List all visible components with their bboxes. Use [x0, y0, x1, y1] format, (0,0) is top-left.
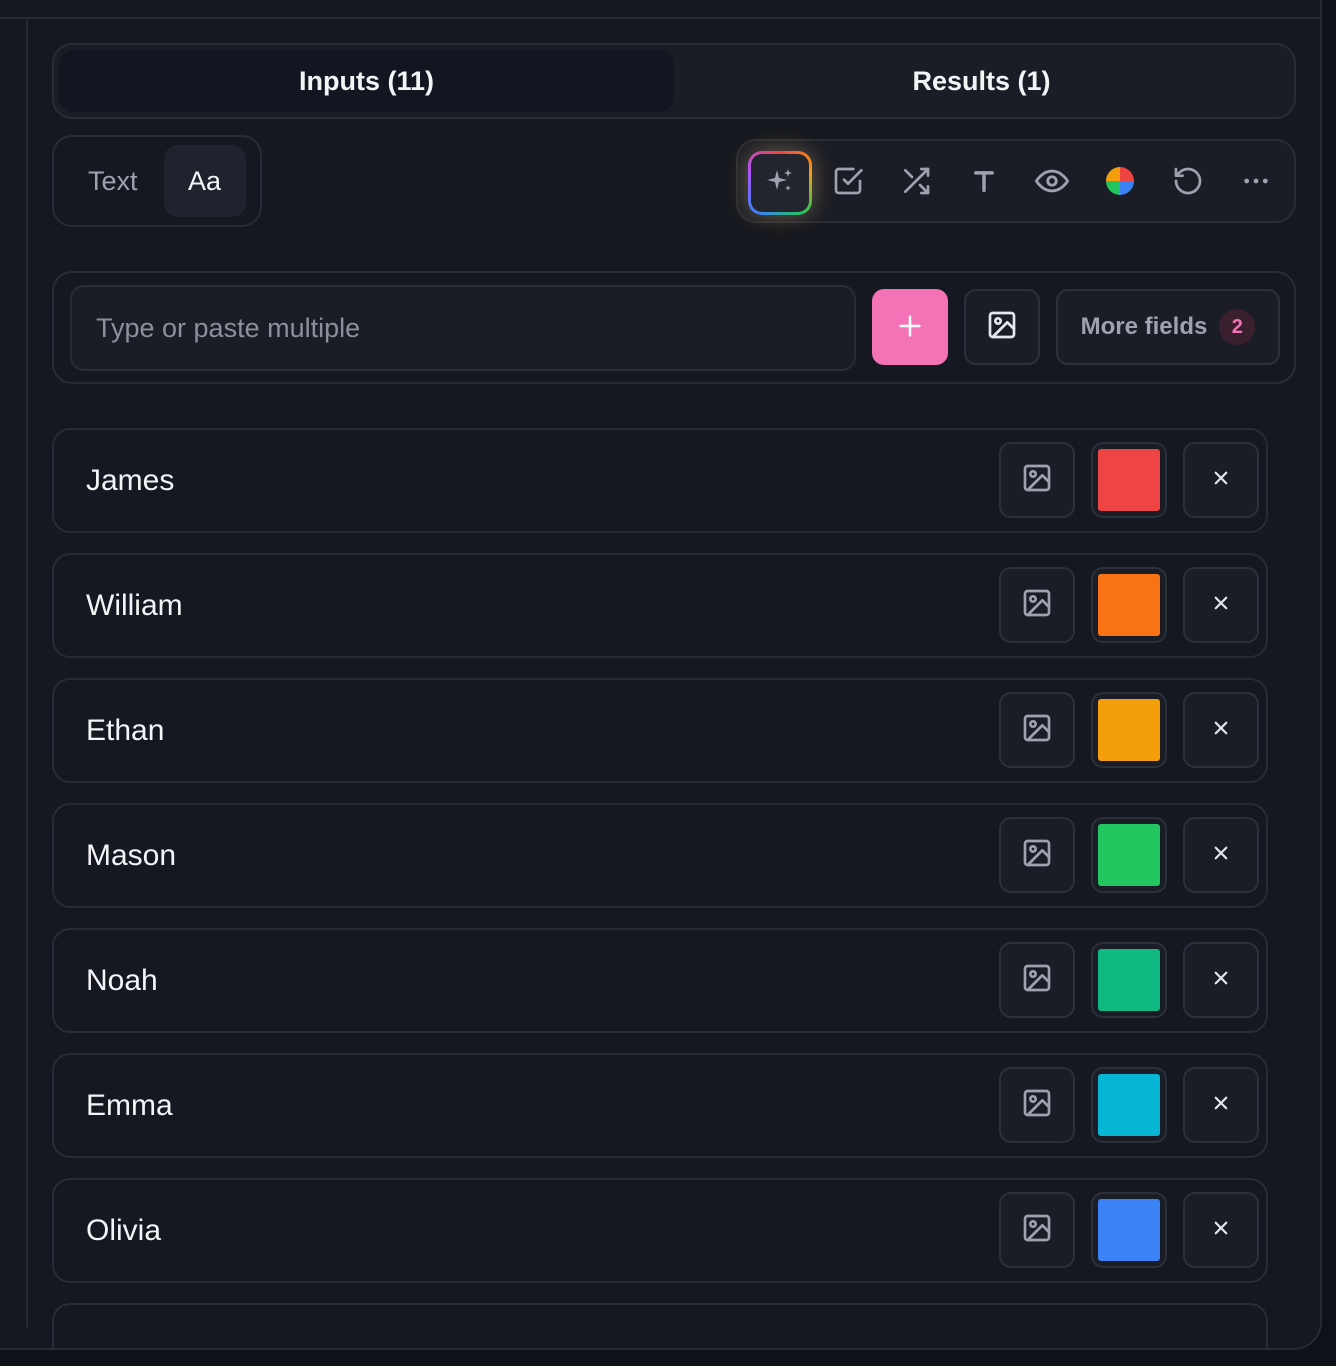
image-icon — [1021, 587, 1053, 624]
item-image-button[interactable] — [999, 1192, 1075, 1268]
item-remove-button[interactable] — [1183, 442, 1259, 518]
list-item: James — [52, 428, 1268, 533]
more-icon — [1240, 165, 1272, 202]
image-icon — [1021, 837, 1053, 874]
item-color-button[interactable] — [1091, 942, 1167, 1018]
tab-inputs[interactable]: Inputs (11) — [59, 50, 674, 112]
more-fields-count-badge: 2 — [1219, 309, 1256, 345]
close-icon — [1212, 594, 1230, 617]
color-button[interactable] — [1090, 153, 1150, 213]
sparkles-icon — [765, 166, 795, 201]
close-icon — [1212, 844, 1230, 867]
image-icon — [1021, 962, 1053, 999]
more-fields-button[interactable]: More fields 2 — [1056, 289, 1280, 365]
item-name[interactable]: Ethan — [86, 680, 164, 781]
tab-bar: Inputs (11) Results (1) — [52, 43, 1296, 119]
color-swatch — [1098, 449, 1160, 511]
tab-results[interactable]: Results (1) — [674, 50, 1289, 112]
mode-text-option[interactable]: Text — [62, 166, 164, 197]
image-icon — [1021, 1087, 1053, 1124]
close-icon — [1212, 1094, 1230, 1117]
image-icon — [986, 309, 1018, 346]
magic-button[interactable] — [748, 151, 812, 215]
item-color-button[interactable] — [1091, 817, 1167, 893]
color-swatch — [1098, 1074, 1160, 1136]
item-name[interactable]: James — [86, 430, 174, 531]
item-color-button[interactable] — [1091, 567, 1167, 643]
entry-panel: More fields 2 — [52, 271, 1296, 384]
item-color-button[interactable] — [1091, 1067, 1167, 1143]
more-fields-label: More fields — [1080, 313, 1208, 340]
reset-button[interactable] — [1158, 153, 1218, 213]
add-button[interactable] — [872, 289, 948, 365]
close-icon — [1212, 469, 1230, 492]
item-image-button[interactable] — [999, 567, 1075, 643]
text-style-button[interactable] — [954, 153, 1014, 213]
list-item: Noah — [52, 928, 1268, 1033]
shuffle-button[interactable] — [886, 153, 946, 213]
mode-toggle: Text Aa — [52, 135, 262, 227]
item-remove-button[interactable] — [1183, 817, 1259, 893]
shuffle-icon — [900, 165, 932, 202]
divider — [26, 17, 28, 1327]
item-name[interactable]: Mason — [86, 805, 176, 906]
item-image-button[interactable] — [999, 817, 1075, 893]
item-name[interactable]: Noah — [86, 930, 158, 1031]
item-name[interactable]: Emma — [86, 1055, 173, 1156]
text-icon — [970, 167, 998, 200]
entry-list: James William Ethan Mason Noah Emma Olivia — [52, 428, 1268, 1348]
list-item: Emma — [52, 1053, 1268, 1158]
image-icon — [1021, 462, 1053, 499]
color-swatch — [1098, 824, 1160, 886]
item-remove-button[interactable] — [1183, 567, 1259, 643]
item-color-button[interactable] — [1091, 442, 1167, 518]
select-all-button[interactable] — [818, 153, 878, 213]
item-image-button[interactable] — [999, 942, 1075, 1018]
reset-icon — [1172, 165, 1204, 202]
app-frame: Inputs (11) Results (1) Text Aa Type or … — [0, 0, 1322, 1350]
close-icon — [1212, 969, 1230, 992]
close-icon — [1212, 1219, 1230, 1242]
eye-icon — [1035, 164, 1069, 203]
list-item: William — [52, 553, 1268, 658]
color-wheel-icon — [1105, 166, 1135, 201]
toolbar — [736, 139, 1296, 223]
visibility-button[interactable] — [1022, 153, 1082, 213]
plus-icon — [896, 312, 924, 343]
item-remove-button[interactable] — [1183, 942, 1259, 1018]
item-color-button[interactable] — [1091, 692, 1167, 768]
divider — [0, 17, 1320, 19]
item-image-button[interactable] — [999, 442, 1075, 518]
item-image-button[interactable] — [999, 692, 1075, 768]
color-swatch — [1098, 949, 1160, 1011]
more-options-button[interactable] — [1226, 153, 1286, 213]
image-icon — [1021, 1212, 1053, 1249]
checkbox-icon — [832, 165, 864, 202]
list-item — [52, 1303, 1268, 1348]
add-image-button[interactable] — [964, 289, 1040, 365]
item-remove-button[interactable] — [1183, 1192, 1259, 1268]
color-swatch — [1098, 574, 1160, 636]
item-color-button[interactable] — [1091, 1192, 1167, 1268]
item-name[interactable]: Olivia — [86, 1180, 161, 1281]
close-icon — [1212, 719, 1230, 742]
color-swatch — [1098, 1199, 1160, 1261]
image-icon — [1021, 712, 1053, 749]
list-item: Olivia — [52, 1178, 1268, 1283]
multi-entry-input[interactable] — [70, 285, 856, 371]
item-image-button[interactable] — [999, 1067, 1075, 1143]
list-item: Ethan — [52, 678, 1268, 783]
list-item: Mason — [52, 803, 1268, 908]
item-remove-button[interactable] — [1183, 692, 1259, 768]
font-style-option[interactable]: Aa — [163, 145, 246, 217]
item-name[interactable]: William — [86, 555, 183, 656]
item-remove-button[interactable] — [1183, 1067, 1259, 1143]
color-swatch — [1098, 699, 1160, 761]
